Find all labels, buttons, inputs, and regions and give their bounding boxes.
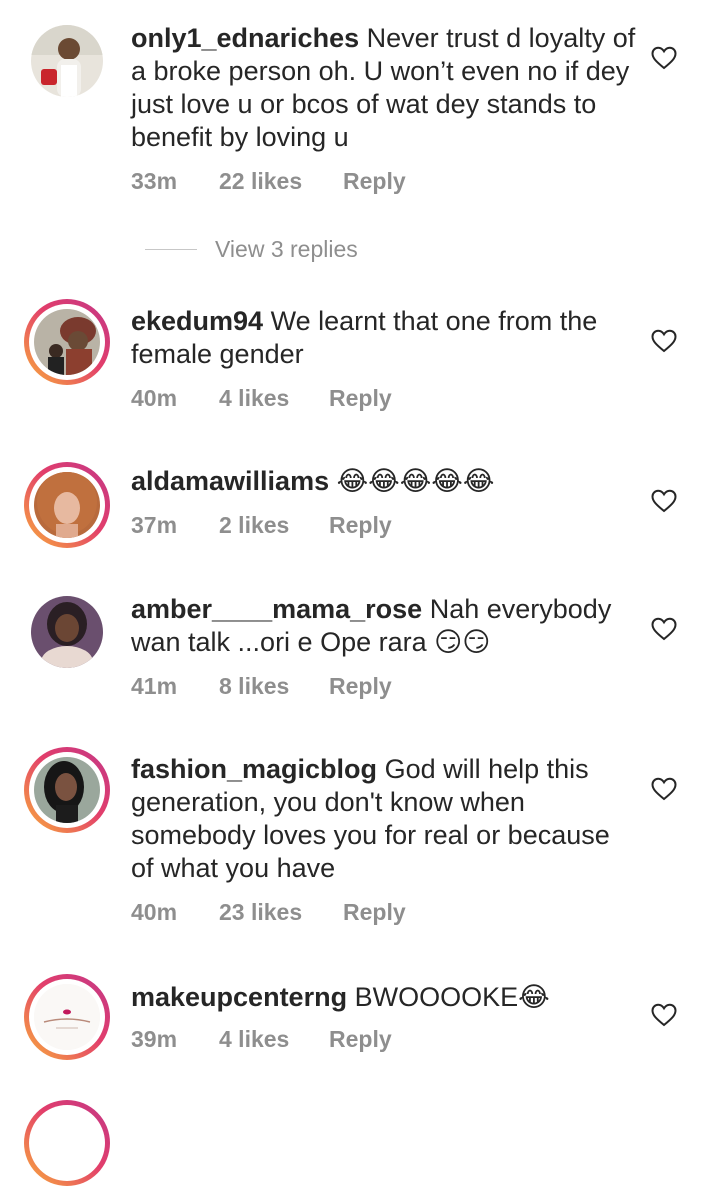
avatar-story-ring[interactable] xyxy=(24,299,110,385)
comment-meta: 41m 8 likes Reply xyxy=(131,673,392,700)
avatar[interactable] xyxy=(31,596,103,668)
comment-body: BWOOOOKE😂 xyxy=(354,982,550,1012)
avatar-story-ring[interactable] xyxy=(24,974,110,1060)
avatar xyxy=(34,472,100,538)
comment-likes[interactable]: 22 likes xyxy=(219,168,343,195)
comment-meta: 40m 23 likes Reply xyxy=(131,899,406,926)
comment-username[interactable]: aldamawilliams xyxy=(131,466,329,496)
comment-time: 33m xyxy=(131,168,178,194)
comment-meta: 40m 4 likes Reply xyxy=(131,385,392,412)
comment-text: makeupcenterng BWOOOOKE😂 xyxy=(131,981,636,1014)
comment-time: 37m xyxy=(131,512,178,538)
comment-likes[interactable]: 8 likes xyxy=(219,673,329,700)
comment-text: fashion_magicblog God will help this gen… xyxy=(131,753,636,885)
comment-username[interactable]: ekedum94 xyxy=(131,306,263,336)
heart-outline-icon[interactable] xyxy=(651,617,677,641)
reply-button[interactable]: Reply xyxy=(329,512,392,539)
reply-button[interactable]: Reply xyxy=(329,1026,392,1053)
avatar-story-ring[interactable] xyxy=(24,747,110,833)
comment-time: 39m xyxy=(131,1026,178,1052)
comment-meta: 33m 22 likes Reply xyxy=(131,168,406,195)
reply-button[interactable]: Reply xyxy=(343,168,406,195)
comment-username[interactable]: amber____mama_rose xyxy=(131,594,422,624)
replies-divider xyxy=(145,249,197,250)
comment-text: amber____mama_rose Nah everybody wan tal… xyxy=(131,593,636,659)
comment-meta: 39m 4 likes Reply xyxy=(131,1026,392,1053)
avatar[interactable] xyxy=(31,25,103,97)
heart-outline-icon[interactable] xyxy=(651,1003,677,1027)
avatar-story-ring[interactable] xyxy=(24,462,110,548)
comment-likes[interactable]: 4 likes xyxy=(219,385,329,412)
heart-outline-icon[interactable] xyxy=(651,46,677,70)
avatar xyxy=(34,757,100,823)
comment-username[interactable]: makeupcenterng xyxy=(131,982,347,1012)
comment-time: 40m xyxy=(131,385,178,411)
comment-text: aldamawilliams 😂😂😂😂😂 xyxy=(131,465,636,498)
heart-outline-icon[interactable] xyxy=(651,777,677,801)
avatar xyxy=(34,984,100,1050)
comment-time: 41m xyxy=(131,673,178,699)
view-replies-button[interactable]: View 3 replies xyxy=(215,236,358,263)
avatar xyxy=(34,309,100,375)
comment-likes[interactable]: 2 likes xyxy=(219,512,329,539)
comment-likes[interactable]: 23 likes xyxy=(219,899,343,926)
comment-likes[interactable]: 4 likes xyxy=(219,1026,329,1053)
comment-text: ekedum94 We learnt that one from the fem… xyxy=(131,305,636,371)
comment-text: only1_ednariches Never trust d loyalty o… xyxy=(131,22,636,154)
comment-time: 40m xyxy=(131,899,178,925)
heart-outline-icon[interactable] xyxy=(651,329,677,353)
reply-button[interactable]: Reply xyxy=(343,899,406,926)
reply-button[interactable]: Reply xyxy=(329,385,392,412)
comment-username[interactable]: only1_ednariches xyxy=(131,23,359,53)
comment-body: 😂😂😂😂😂 xyxy=(336,466,495,496)
comment-username[interactable]: fashion_magicblog xyxy=(131,754,377,784)
heart-outline-icon[interactable] xyxy=(651,489,677,513)
comment-meta: 37m 2 likes Reply xyxy=(131,512,392,539)
reply-button[interactable]: Reply xyxy=(329,673,392,700)
